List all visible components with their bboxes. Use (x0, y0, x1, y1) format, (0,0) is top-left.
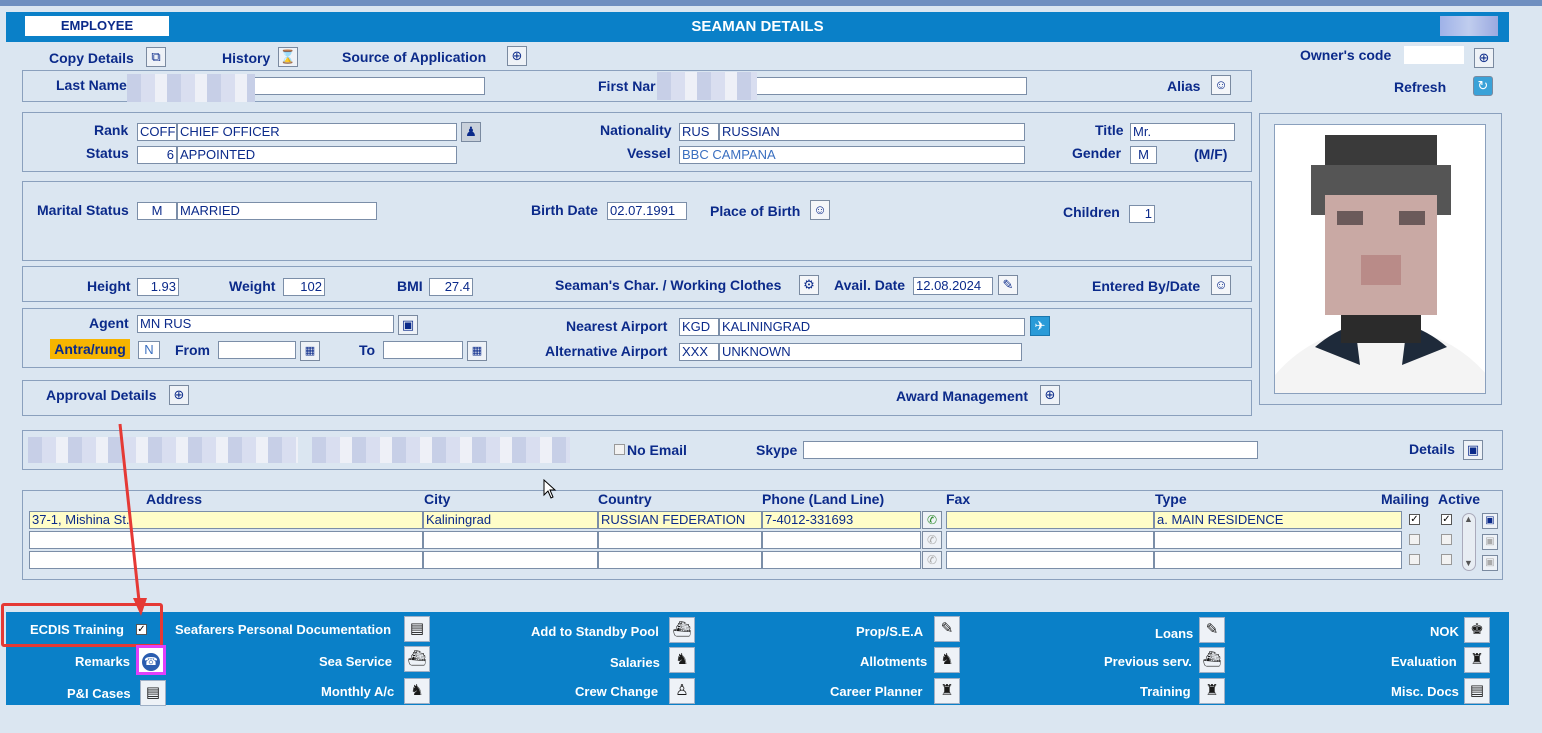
mouse-cursor-icon (543, 479, 557, 499)
annotation-arrow (118, 423, 147, 616)
